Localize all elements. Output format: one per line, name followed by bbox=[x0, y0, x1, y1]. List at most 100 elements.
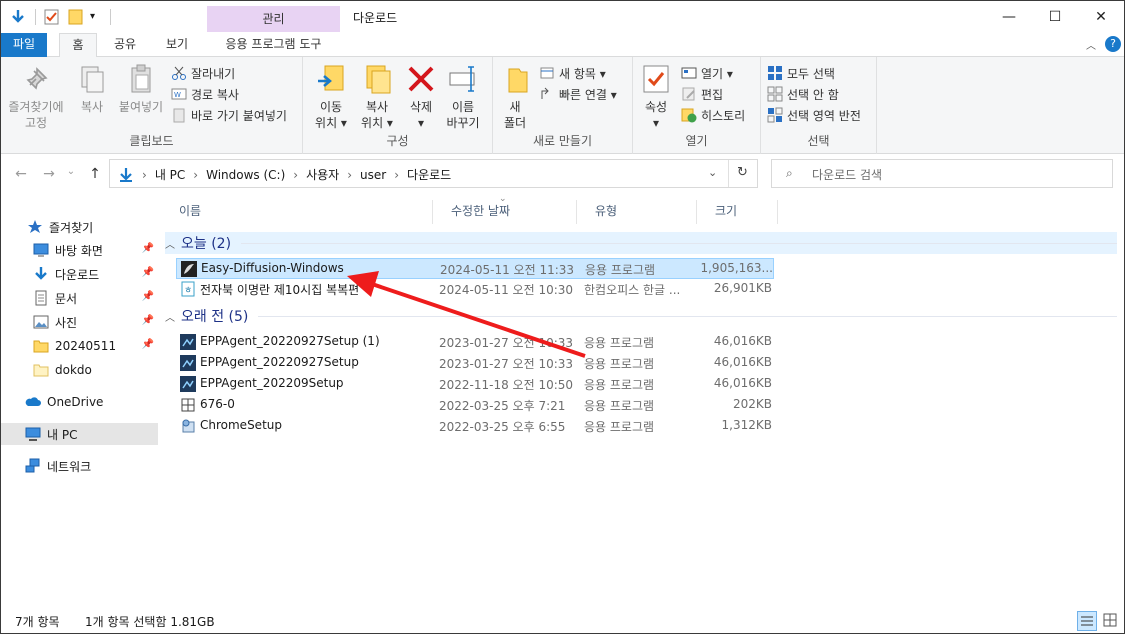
refresh-icon[interactable]: ↻ bbox=[737, 165, 748, 180]
breadcrumb-item[interactable]: user bbox=[360, 168, 386, 182]
column-header-type[interactable]: 유형 bbox=[577, 200, 697, 224]
nav-item-pictures[interactable]: 사진 📌 bbox=[1, 311, 158, 333]
nav-this-pc[interactable]: 내 PC bbox=[1, 423, 158, 445]
tab-home[interactable]: 홈 bbox=[59, 33, 97, 58]
select-none-button[interactable]: 선택 안 함 bbox=[767, 84, 839, 104]
breadcrumb-item[interactable]: 내 PC bbox=[155, 166, 185, 183]
help-icon[interactable]: ? bbox=[1105, 36, 1121, 52]
file-row[interactable]: EPPAgent_20220927Setup (1) 2023-01-27 오전… bbox=[176, 332, 774, 353]
paste-shortcut-button[interactable]: 바로 가기 붙여넣기 bbox=[171, 105, 287, 125]
svg-text:W: W bbox=[174, 91, 181, 99]
nav-onedrive[interactable]: OneDrive bbox=[1, 391, 158, 413]
easy-access-label: 빠른 연결 ▾ bbox=[559, 87, 617, 102]
down-arrow-icon[interactable] bbox=[9, 8, 27, 26]
search-input[interactable]: ⌕ 다운로드 검색 bbox=[771, 159, 1113, 188]
properties-check-icon[interactable] bbox=[44, 9, 60, 25]
new-folder-label: 새 폴더 bbox=[503, 100, 527, 130]
up-arrow-icon[interactable]: ↑ bbox=[85, 166, 105, 186]
collapse-chevron-icon[interactable]: ︿ bbox=[165, 236, 175, 251]
customize-qa-icon[interactable]: ▾ bbox=[90, 9, 102, 25]
nav-item-documents[interactable]: 문서 📌 bbox=[1, 287, 158, 309]
open-button[interactable]: 열기 ▾ bbox=[681, 63, 733, 83]
easy-diffusion-icon bbox=[181, 261, 197, 277]
cut-button[interactable]: 잘라내기 bbox=[171, 63, 235, 83]
rename-button[interactable]: 이름 바꾸기 bbox=[441, 63, 485, 131]
nav-quick-access[interactable]: 즐겨찾기 bbox=[1, 216, 158, 238]
context-tab-manage[interactable]: 관리 bbox=[207, 6, 340, 32]
file-row[interactable]: EPPAgent_202209Setup 2022-11-18 오전 10:50… bbox=[176, 374, 774, 395]
paste-button[interactable]: 붙여넣기 bbox=[115, 63, 167, 115]
column-header-size[interactable]: 크기 bbox=[697, 200, 778, 224]
delete-button[interactable]: 삭제 ▾ bbox=[403, 63, 439, 131]
tab-view[interactable]: 보기 bbox=[155, 33, 199, 57]
nav-item-dokdo[interactable]: dokdo bbox=[1, 359, 158, 381]
select-all-button[interactable]: 모두 선택 bbox=[767, 63, 835, 83]
file-row[interactable]: ChromeSetup 2022-03-25 오후 6:55 응용 프로그램 1… bbox=[176, 416, 774, 437]
copy-button[interactable]: 복사 bbox=[71, 63, 113, 115]
paste-shortcut-label: 바로 가기 붙여넣기 bbox=[191, 108, 287, 123]
nav-label: OneDrive bbox=[47, 395, 104, 409]
breadcrumb-item[interactable]: 사용자 bbox=[306, 166, 339, 183]
forward-arrow-icon[interactable]: → bbox=[39, 166, 59, 186]
easy-access-button[interactable]: 빠른 연결 ▾ bbox=[539, 84, 617, 104]
file-date: 2023-01-27 오전 10:33 bbox=[439, 336, 574, 350]
details-view-icon[interactable] bbox=[1077, 611, 1097, 631]
group-new: 새 폴더 새 항목 ▾ 빠른 연결 ▾ 새로 만들기 bbox=[493, 57, 633, 154]
breadcrumb-sep: › bbox=[293, 167, 299, 182]
large-icons-view-icon[interactable] bbox=[1101, 611, 1121, 631]
file-list: 이름 수정한 날짜 ⌄ 유형 크기 ︿ 오늘 (2) Easy-Diffusio… bbox=[161, 194, 1124, 606]
file-size: 202KB bbox=[732, 397, 772, 411]
group-open: 속성 ▾ 열기 ▾ 편집 히스토리 열기 bbox=[633, 57, 761, 154]
file-row[interactable]: Easy-Diffusion-Windows 2024-05-11 오전 11:… bbox=[176, 258, 774, 279]
properties-button[interactable]: 속성 ▾ bbox=[639, 63, 673, 131]
new-folder-button[interactable]: 새 폴더 bbox=[499, 63, 531, 131]
file-row[interactable]: 676-0 2022-03-25 오후 7:21 응용 프로그램 202KB bbox=[176, 395, 774, 416]
tab-share[interactable]: 공유 bbox=[105, 33, 145, 57]
invert-selection-button[interactable]: 선택 영역 반전 bbox=[767, 105, 861, 125]
copy-to-button[interactable]: 복사 위치 ▾ bbox=[355, 63, 399, 131]
history-button[interactable]: 히스토리 bbox=[681, 105, 745, 125]
new-item-button[interactable]: 새 항목 ▾ bbox=[539, 63, 606, 83]
maximize-button[interactable]: ☐ bbox=[1032, 1, 1078, 33]
close-button[interactable]: ✕ bbox=[1078, 1, 1124, 33]
back-arrow-icon[interactable]: ← bbox=[11, 166, 31, 186]
file-size: 1,312KB bbox=[721, 418, 772, 432]
copy-path-button[interactable]: W 경로 복사 bbox=[171, 84, 239, 104]
collapse-ribbon-icon[interactable]: ︿ bbox=[1086, 37, 1096, 52]
minimize-button[interactable]: — bbox=[986, 1, 1032, 33]
nav-item-desktop[interactable]: 바탕 화면 📌 bbox=[1, 239, 158, 261]
new-folder-icon[interactable] bbox=[68, 9, 84, 25]
file-row[interactable]: ㅎ 전자북 이명란 제10시집 복복편 2024-05-11 오전 10:30 … bbox=[176, 279, 774, 300]
collapse-chevron-icon[interactable]: ︿ bbox=[165, 309, 175, 324]
copy-icon bbox=[76, 63, 108, 95]
file-date: 2024-05-11 오전 10:30 bbox=[439, 283, 574, 297]
file-row[interactable]: EPPAgent_20220927Setup 2023-01-27 오전 10:… bbox=[176, 353, 774, 374]
copy-to-icon bbox=[361, 63, 393, 95]
group-header-earlier[interactable]: ︿ 오래 전 (5) bbox=[165, 305, 1117, 327]
breadcrumb-item[interactable]: Windows (C:) bbox=[206, 168, 285, 182]
select-all-icon bbox=[767, 65, 783, 81]
rename-icon bbox=[447, 63, 479, 95]
tab-file[interactable]: 파일 bbox=[1, 33, 47, 57]
recent-locations-icon[interactable]: ⌄ bbox=[61, 166, 81, 186]
move-to-button[interactable]: 이동 위치 ▾ bbox=[309, 63, 353, 131]
group-header-today[interactable]: ︿ 오늘 (2) bbox=[165, 232, 1117, 254]
nav-network[interactable]: 네트워크 bbox=[1, 455, 158, 477]
history-icon bbox=[681, 107, 697, 123]
column-header-name[interactable]: 이름 bbox=[161, 200, 433, 224]
tab-app-tools[interactable]: 응용 프로그램 도구 bbox=[207, 33, 340, 57]
group-label-organize: 구성 bbox=[386, 134, 409, 148]
nav-item-20240511[interactable]: 20240511 📌 bbox=[1, 335, 158, 357]
breadcrumb-item[interactable]: 다운로드 bbox=[407, 166, 451, 183]
file-name: EPPAgent_20220927Setup (1) bbox=[200, 334, 380, 348]
file-name: 전자북 이명란 제10시집 복복편 bbox=[200, 283, 360, 297]
nav-item-downloads[interactable]: 다운로드 📌 bbox=[1, 263, 158, 285]
file-type: 응용 프로그램 bbox=[584, 336, 655, 350]
pin-icon bbox=[20, 63, 52, 95]
edit-button[interactable]: 편집 bbox=[681, 84, 723, 104]
address-bar[interactable]: › 내 PC › Windows (C:) › 사용자 › user › 다운로… bbox=[109, 159, 758, 188]
sort-chevron-icon: ⌄ bbox=[499, 194, 507, 204]
pin-quick-access-button[interactable]: 즐겨찾기에 고정 bbox=[5, 63, 67, 131]
properties-label: 속성 ▾ bbox=[644, 100, 668, 130]
address-dropdown-icon[interactable]: ⌄ bbox=[708, 166, 717, 179]
